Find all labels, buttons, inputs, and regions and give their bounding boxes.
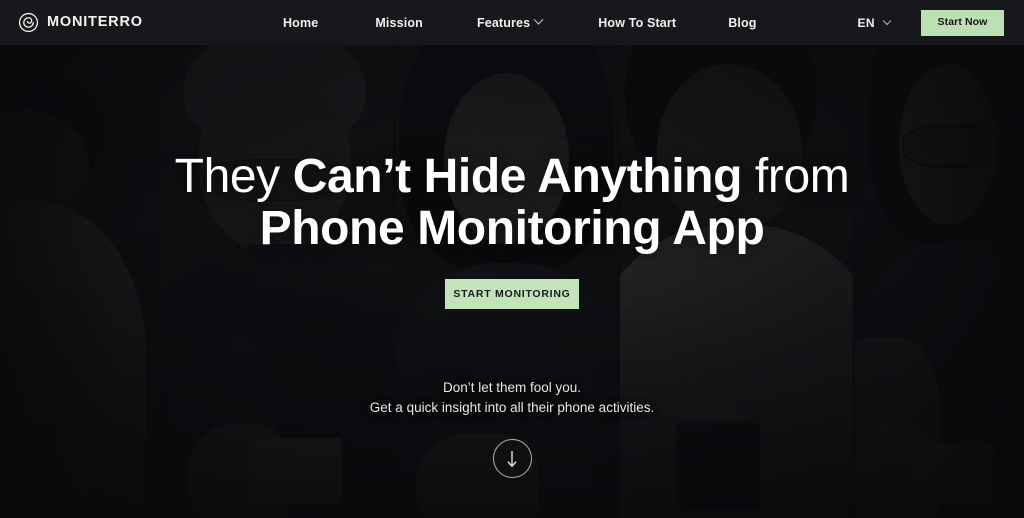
nav-item-blog[interactable]: Blog <box>728 16 756 30</box>
chevron-down-icon <box>882 16 892 25</box>
scroll-down-button[interactable] <box>492 439 532 478</box>
main-navigation: Home Mission Features How To Start Blog <box>283 14 757 30</box>
hero-subcopy-line-1: Don’t let them fool you. <box>442 380 582 395</box>
site-header: MONITERRO Home Mission Features How To S… <box>0 0 1024 45</box>
headline-text-emphasis: Can’t Hide Anything <box>292 150 743 203</box>
start-monitoring-button[interactable]: START MONITORING <box>445 279 579 309</box>
nav-item-home[interactable]: Home <box>283 16 318 30</box>
brand-name: MONITERRO <box>47 14 143 31</box>
nav-label-blog: Blog <box>728 15 757 30</box>
spiral-circle-icon <box>18 12 39 33</box>
hero-subcopy-line-2: Get a quick insight into all their phone… <box>369 400 655 415</box>
language-selector[interactable]: EN <box>857 15 892 30</box>
nav-item-mission[interactable]: Mission <box>375 16 423 30</box>
headline-text-pre: They <box>174 150 293 203</box>
nav-label-how-to-start: How To Start <box>598 15 677 30</box>
headline-text-post: from <box>742 150 850 203</box>
nav-item-features[interactable]: Features <box>476 14 544 30</box>
hero-section: They Can’t Hide Anything from Phone Moni… <box>0 45 1024 518</box>
hero-subcopy: Don’t let them fool you. Get a quick ins… <box>370 378 654 418</box>
hero-headline-line-1: They Can’t Hide Anything from <box>0 151 1024 203</box>
chevron-down-icon <box>533 14 544 25</box>
hero-headline-line-2: Phone Monitoring App <box>259 202 765 255</box>
hero-content: They Can’t Hide Anything from Phone Moni… <box>0 45 1024 518</box>
language-selected-value: EN <box>857 15 875 30</box>
brand-logo[interactable]: MONITERRO <box>18 12 143 33</box>
arrow-down-icon <box>507 450 517 467</box>
start-now-button[interactable]: Start Now <box>921 9 1004 36</box>
nav-label-features: Features <box>476 15 531 30</box>
landing-page: MONITERRO Home Mission Features How To S… <box>0 0 1024 518</box>
nav-label-mission: Mission <box>375 15 423 30</box>
nav-label-home: Home <box>283 15 319 30</box>
nav-item-how-to-start[interactable]: How To Start <box>598 16 676 30</box>
